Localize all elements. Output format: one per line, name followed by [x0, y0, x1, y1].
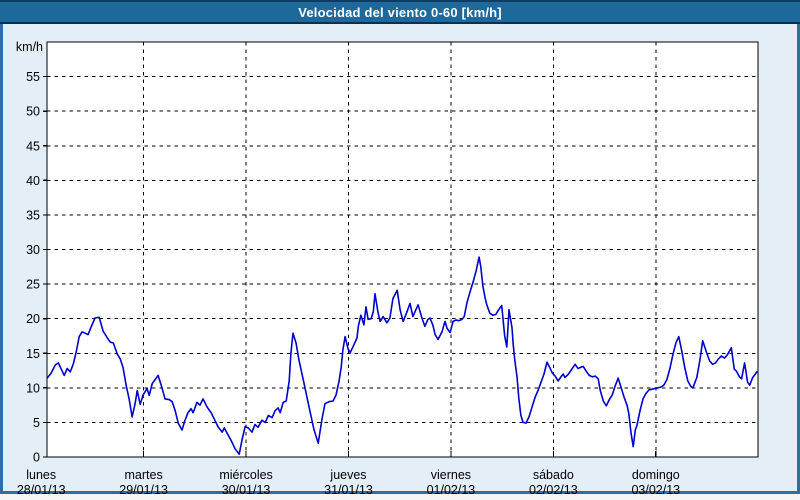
- y-tick-label: 30: [26, 243, 40, 257]
- y-tick-label: 35: [26, 208, 40, 222]
- y-tick-label: 15: [26, 347, 40, 361]
- y-tick-label: 5: [33, 416, 40, 430]
- wind-speed-svg: 0 5 10 15 20 25 30 35 40 45 50 55 km/h lunes28/01/13 m…: [0, 24, 800, 494]
- y-tick-label: 0: [33, 451, 40, 465]
- y-tick-label: 10: [26, 381, 40, 395]
- x-date-label: 31/01/13: [324, 483, 373, 494]
- y-tick-label: 20: [26, 312, 40, 326]
- x-day-label: miércoles: [219, 468, 273, 482]
- x-date-label: 02/02/13: [529, 483, 578, 494]
- y-tick-label: 40: [26, 174, 40, 188]
- x-day-label: martes: [125, 468, 163, 482]
- x-day-label: lunes: [26, 468, 56, 482]
- x-date-label: 30/01/13: [222, 483, 271, 494]
- x-day-label: viernes: [431, 468, 471, 482]
- y-tick-label: 45: [26, 139, 40, 153]
- x-day-label: domingo: [632, 468, 680, 482]
- wind-speed-chart: 0 5 10 15 20 25 30 35 40 45 50 55 km/h lunes28/01/13 m…: [0, 24, 800, 494]
- chart-title: Velocidad del viento 0-60 [km/h]: [298, 5, 502, 20]
- x-day-label: sábado: [533, 468, 574, 482]
- x-date-label: 29/01/13: [119, 483, 168, 494]
- chart-title-bar: Velocidad del viento 0-60 [km/h]: [0, 0, 800, 24]
- window-bottom-strip: [0, 494, 800, 500]
- y-tick-label: 50: [26, 105, 40, 119]
- x-date-label: 01/02/13: [427, 483, 476, 494]
- y-tick-label: 55: [26, 70, 40, 84]
- x-date-label: 03/02/13: [631, 483, 680, 494]
- y-tick-label: 25: [26, 278, 40, 292]
- x-date-label: 28/01/13: [17, 483, 66, 494]
- y-axis-unit-label: km/h: [16, 40, 43, 54]
- x-day-label: jueves: [329, 468, 366, 482]
